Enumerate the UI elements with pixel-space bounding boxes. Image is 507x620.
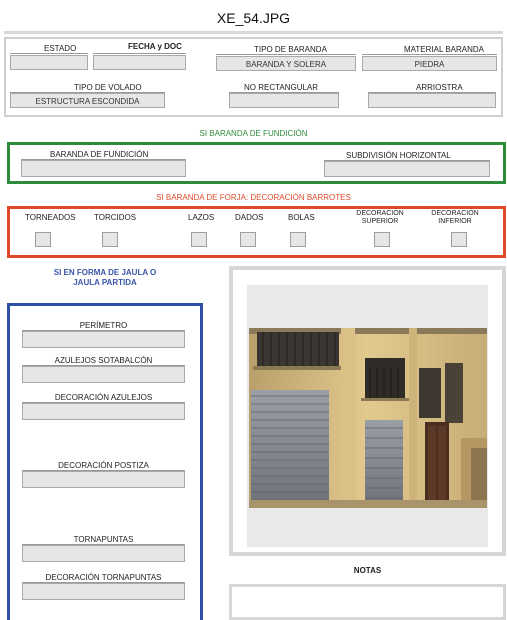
lazos-checkbox[interactable] (191, 232, 207, 247)
torneados-label: TORNEADOS (25, 213, 76, 222)
material-underline (362, 54, 497, 55)
jaula-title-2: JAULA PARTIDA (73, 278, 137, 287)
dados-label: DADOS (235, 213, 264, 222)
estado-underline (10, 53, 88, 54)
dec-inferior-checkbox[interactable] (451, 232, 467, 247)
tipo-volado-field[interactable]: ESTRUCTURA ESCONDIDA (10, 93, 165, 108)
building-facade-photo (249, 328, 487, 508)
forja-section-title: SI BARANDA DE FORJA: DECORACIÓN BARROTES (156, 193, 351, 202)
fundicion-section-title: SI BARANDA DE FUNDICIÓN (199, 129, 308, 138)
notes-textarea[interactable] (229, 584, 506, 620)
bolas-checkbox[interactable] (290, 232, 306, 247)
torcidos-checkbox[interactable] (102, 232, 118, 247)
rectangular-field[interactable] (229, 93, 339, 108)
file-title: XE_54.JPG (216, 10, 291, 26)
estado-field[interactable] (10, 55, 88, 70)
tipo-baranda-underline (216, 54, 356, 55)
torcidos-label: TORCIDOS (94, 213, 137, 222)
dec-azulejos-field[interactable] (22, 403, 185, 420)
jaula-title-1: SI EN FORMA DE JAULA O (53, 268, 157, 277)
dec-inferior-label-1: DECORACIÓN (431, 210, 479, 217)
tipo-baranda-field[interactable]: BARANDA Y SOLERA (216, 56, 356, 71)
baranda-fundicion-field[interactable] (21, 160, 186, 177)
dec-tornapuntas-field[interactable] (22, 583, 185, 600)
material-field[interactable]: PIEDRA (362, 56, 497, 71)
notes-label: NOTAS (353, 566, 382, 575)
bolas-label: BOLAS (288, 213, 315, 222)
dec-superior-checkbox[interactable] (374, 232, 390, 247)
arriostra-field[interactable] (368, 93, 496, 108)
title-divider (4, 31, 503, 34)
dec-superior-label-2: SUPERIOR (361, 218, 399, 225)
subdivision-field[interactable] (324, 161, 490, 177)
fecha-label: FECHA y DOC (128, 42, 182, 51)
dec-postiza-field[interactable] (22, 471, 185, 488)
fecha-underline (93, 53, 186, 54)
torneados-checkbox[interactable] (35, 232, 51, 247)
perimetro-field[interactable] (22, 331, 185, 348)
dec-superior-label-1: DECORACIÓN (356, 210, 404, 217)
azulejos-field[interactable] (22, 366, 185, 383)
dec-inferior-label-2: INFERIOR (438, 218, 472, 225)
lazos-label: LAZOS (188, 213, 215, 222)
tornapuntas-field[interactable] (22, 545, 185, 562)
fecha-field[interactable] (93, 55, 186, 70)
dados-checkbox[interactable] (240, 232, 256, 247)
